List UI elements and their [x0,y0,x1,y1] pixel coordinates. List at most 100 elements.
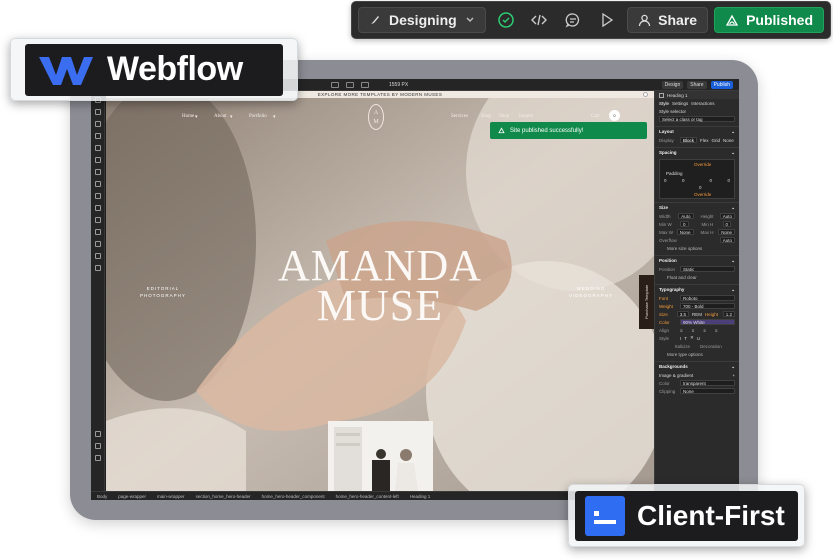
image-gradient-label[interactable]: Image & gradient [659,373,693,378]
site-logo-monogram[interactable]: A M [368,104,384,130]
cart-count-badge[interactable]: 0 [609,110,620,121]
comments-button[interactable] [559,7,587,33]
italic-icon[interactable]: I [680,336,681,341]
spacing-section[interactable]: Spacing ⌄ [655,147,739,157]
position-section[interactable]: Position ⌄ [655,255,739,265]
design-canvas[interactable]: EXPLORE MORE TEMPLATES BY MODERN MUSES H… [106,91,654,491]
weight-select[interactable]: 700 - Bold [680,303,735,309]
display-grid-option[interactable]: Grid [712,138,721,143]
apps-icon[interactable] [94,229,101,235]
assets-icon[interactable] [94,169,101,175]
spacing-box-model[interactable]: Override Padding 0 0 0 0 0 Override [659,159,735,199]
font-size-input[interactable]: 3.5 [676,311,689,317]
check-status-button[interactable] [492,7,520,33]
more-size-options[interactable]: More size options [655,244,739,252]
nav-cart[interactable]: Cart [591,114,600,119]
align-center-icon[interactable]: ≡ [692,328,695,333]
designer-share-button[interactable]: Share [687,80,707,89]
align-justify-icon[interactable]: ≡ [715,328,718,333]
margin-right-value[interactable]: 0 [727,178,730,183]
tab-style[interactable]: Style [659,101,669,106]
max-height-input[interactable]: None [718,229,735,235]
logic-icon[interactable] [94,217,101,223]
underline-icon[interactable]: U [697,336,700,341]
bg-color-input[interactable]: transparent [680,380,735,386]
nav-blog[interactable]: Blog [481,114,491,119]
share-button[interactable]: Share [627,7,709,33]
nav-portfolio[interactable]: Portfolio [249,114,267,119]
strike-icon[interactable]: ✕ [690,335,694,341]
nav-about[interactable]: About [214,114,227,119]
color-input[interactable]: 90% White [680,319,735,325]
breadcrumb-item[interactable]: home_hero-header_content-left [336,494,399,499]
navigator-icon[interactable] [94,121,101,127]
padding-right-value[interactable]: 0 [709,178,712,183]
margin-left-value[interactable]: 0 [664,178,667,183]
panel-tabs: Style Settings Interactions [655,99,739,107]
check-icon[interactable] [94,455,101,461]
tab-settings[interactable]: Settings [672,101,688,106]
size-section[interactable]: Size ⌄ [655,202,739,212]
ecommerce-icon[interactable] [94,193,101,199]
breadcrumb-item[interactable]: Heading 1 [410,494,431,499]
designer-publish-button[interactable]: Publish [710,80,733,89]
published-button[interactable]: Published [714,7,824,33]
settings-icon[interactable] [94,241,101,247]
display-none-option[interactable]: None [723,138,734,143]
line-height-input[interactable]: 1.2 [722,311,735,317]
help-icon[interactable] [94,431,101,437]
height-input[interactable]: Auto [719,213,735,219]
overflow-auto-option[interactable]: Auto [719,237,735,243]
breadcrumb-item[interactable]: Body [97,494,107,499]
styles-icon[interactable] [94,157,101,163]
mobile-breakpoint-icon[interactable] [361,81,369,88]
class-selector-input[interactable]: Select a class or tag [659,116,735,122]
cms-icon[interactable] [94,181,101,187]
pages-icon[interactable] [94,109,101,115]
max-width-input[interactable]: None [676,229,694,235]
min-width-input[interactable]: 0 [680,221,689,227]
nav-shop[interactable]: Shop [499,114,509,119]
add-icon[interactable]: + [732,373,735,378]
min-height-input[interactable]: 0 [722,221,732,227]
breadcrumb-item[interactable]: section_home_hero-header [196,494,251,499]
nav-inquire[interactable]: Inquire [519,114,533,119]
width-input[interactable]: Auto [678,213,694,219]
localization-icon[interactable] [94,265,101,271]
components-icon[interactable] [94,133,101,139]
position-select[interactable]: Static [680,266,735,272]
layout-section[interactable]: Layout ⌄ [655,126,739,136]
video-icon[interactable] [94,443,101,449]
purchase-template-tab[interactable]: Purchase Template [639,275,654,329]
display-block-option[interactable]: Block [680,137,698,143]
align-right-icon[interactable]: ≡ [703,328,706,333]
more-type-options[interactable]: More type options [655,350,739,358]
breadcrumb-item[interactable]: page-wrapper [118,494,146,499]
uppercase-icon[interactable]: T [684,336,687,341]
tab-interactions[interactable]: Interactions [691,101,714,106]
display-flex-option[interactable]: Flex [700,138,709,143]
breadcrumb-item[interactable]: home_hero-header_component [262,494,325,499]
code-button[interactable] [526,7,554,33]
clipping-select[interactable]: None [680,388,735,394]
backgrounds-section[interactable]: Backgrounds ⌄ [655,361,739,371]
variables-icon[interactable] [94,145,101,151]
tablet-breakpoint-icon[interactable] [346,81,354,88]
mode-dropdown[interactable]: Designing [358,7,486,33]
audit-icon[interactable] [94,253,101,259]
users-icon[interactable] [94,205,101,211]
preview-button[interactable] [593,7,621,33]
designer-mode-button[interactable]: Design [661,80,684,89]
nav-services[interactable]: Services [451,114,468,119]
padding-bottom-value[interactable]: 0 [699,185,702,190]
font-size-unit[interactable]: REM [692,312,702,317]
font-select[interactable]: Roboto [680,295,735,301]
padding-left-value[interactable]: 0 [682,178,685,183]
nav-home[interactable]: Home [182,114,194,119]
close-icon[interactable] [643,92,648,97]
desktop-breakpoint-icon[interactable] [331,81,339,88]
breadcrumb-item[interactable]: main-wrapper [157,494,185,499]
typography-section[interactable]: Typography ⌄ [655,284,739,294]
align-left-icon[interactable]: ≡ [680,328,683,333]
float-and-clear[interactable]: Float and clear [655,273,739,281]
